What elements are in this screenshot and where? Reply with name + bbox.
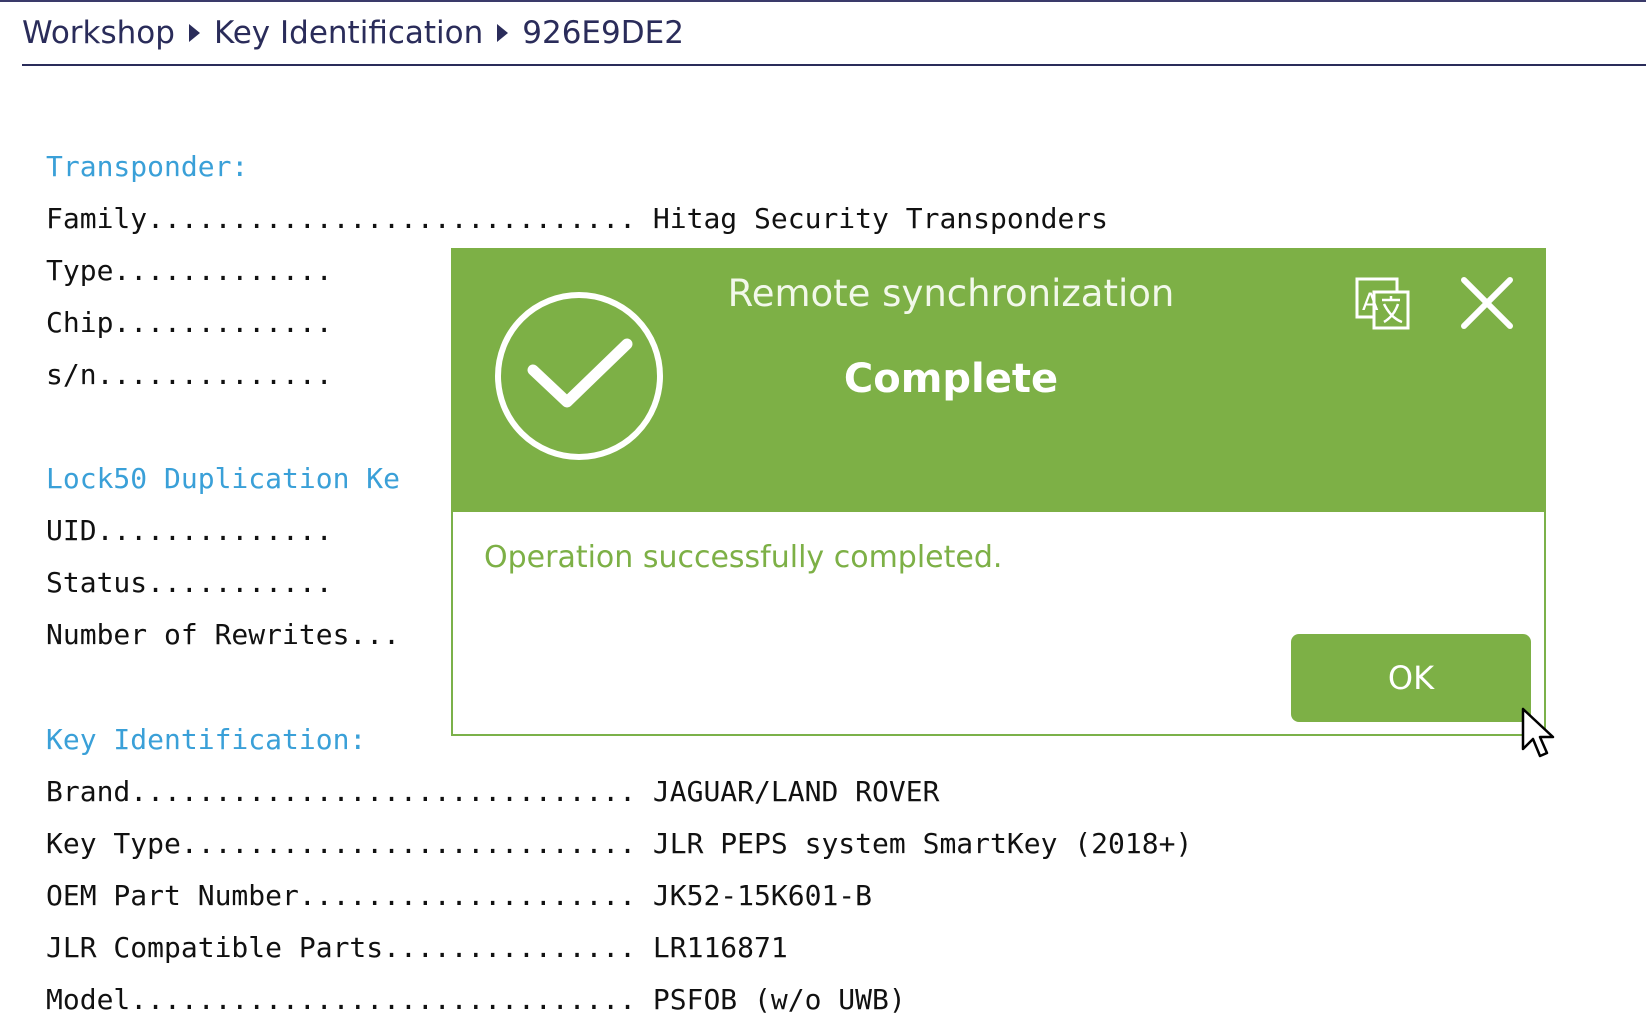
breadcrumb-item-key-identification[interactable]: Key Identification [214,15,483,51]
report-row: Brand.............................. JAGU… [46,775,939,808]
breadcrumb-separator-icon [497,24,509,42]
breadcrumb-separator-icon [188,24,200,42]
row-label: Status........... [46,566,333,599]
success-check-icon [495,292,663,460]
translate-icon-letter: A [1362,288,1379,316]
top-border [0,0,1646,2]
row-label: JLR Compatible Parts............... [46,931,637,964]
report-row: Number of Rewrites... [46,618,400,651]
report-row: s/n.............. [46,358,333,391]
report-row: JLR Compatible Parts............... LR11… [46,931,788,964]
row-label: Type............. [46,254,333,287]
report-row: Family............................. Hita… [46,202,1108,235]
breadcrumb: Workshop Key Identification 926E9DE2 [22,10,684,56]
section-title-key-identification: Key Identification: [46,723,367,756]
breadcrumb-item-workshop[interactable]: Workshop [22,15,175,51]
row-label: s/n.............. [46,358,333,391]
row-value: PSFOB (w/o UWB) [636,983,906,1016]
row-label: Key Type........................... [46,827,637,860]
report-row: UID.............. [46,514,333,547]
breadcrumb-item-current: 926E9DE2 [522,15,684,51]
section-title-transponder: Transponder: [46,150,249,183]
row-value: JK52-15K601-B [636,879,873,912]
translate-icon[interactable]: A [1354,274,1412,332]
row-value: Hitag Security Transponders [636,202,1109,235]
report-row: Key Type........................... JLR … [46,827,1192,860]
row-label: Chip............. [46,306,333,339]
dialog-title: Remote synchronization [727,272,1175,315]
report-row: Status........... [46,566,333,599]
sync-dialog: Remote synchronization Complete A Operat… [451,248,1546,736]
row-label: Number of Rewrites... [46,618,401,651]
row-value: LR116871 [636,931,788,964]
report-row: Model.............................. PSFO… [46,983,906,1016]
report-row: Chip............. [46,306,333,339]
row-label: OEM Part Number.................... [46,879,637,912]
row-value: JAGUAR/LAND ROVER [636,775,940,808]
dialog-header: Remote synchronization Complete A [451,248,1546,512]
row-label: UID.............. [46,514,333,547]
row-label: Brand.............................. [46,775,637,808]
report-panel: Transponder: Family.....................… [46,150,1192,1016]
dialog-message: Operation successfully completed. [484,540,1003,575]
report-row: Type............. [46,254,333,287]
section-title-lock50: Lock50 Duplication Ke [46,462,401,495]
row-label: Family............................. [46,202,637,235]
ok-button[interactable]: OK [1291,634,1531,722]
dialog-status: Complete [843,356,1059,402]
close-icon[interactable] [1456,272,1518,334]
report-row: OEM Part Number.................... JK52… [46,879,872,912]
row-value: JLR PEPS system SmartKey (2018+) [636,827,1193,860]
header-divider [22,64,1646,66]
row-label: Model.............................. [46,983,637,1016]
mouse-pointer-icon [1521,707,1555,766]
